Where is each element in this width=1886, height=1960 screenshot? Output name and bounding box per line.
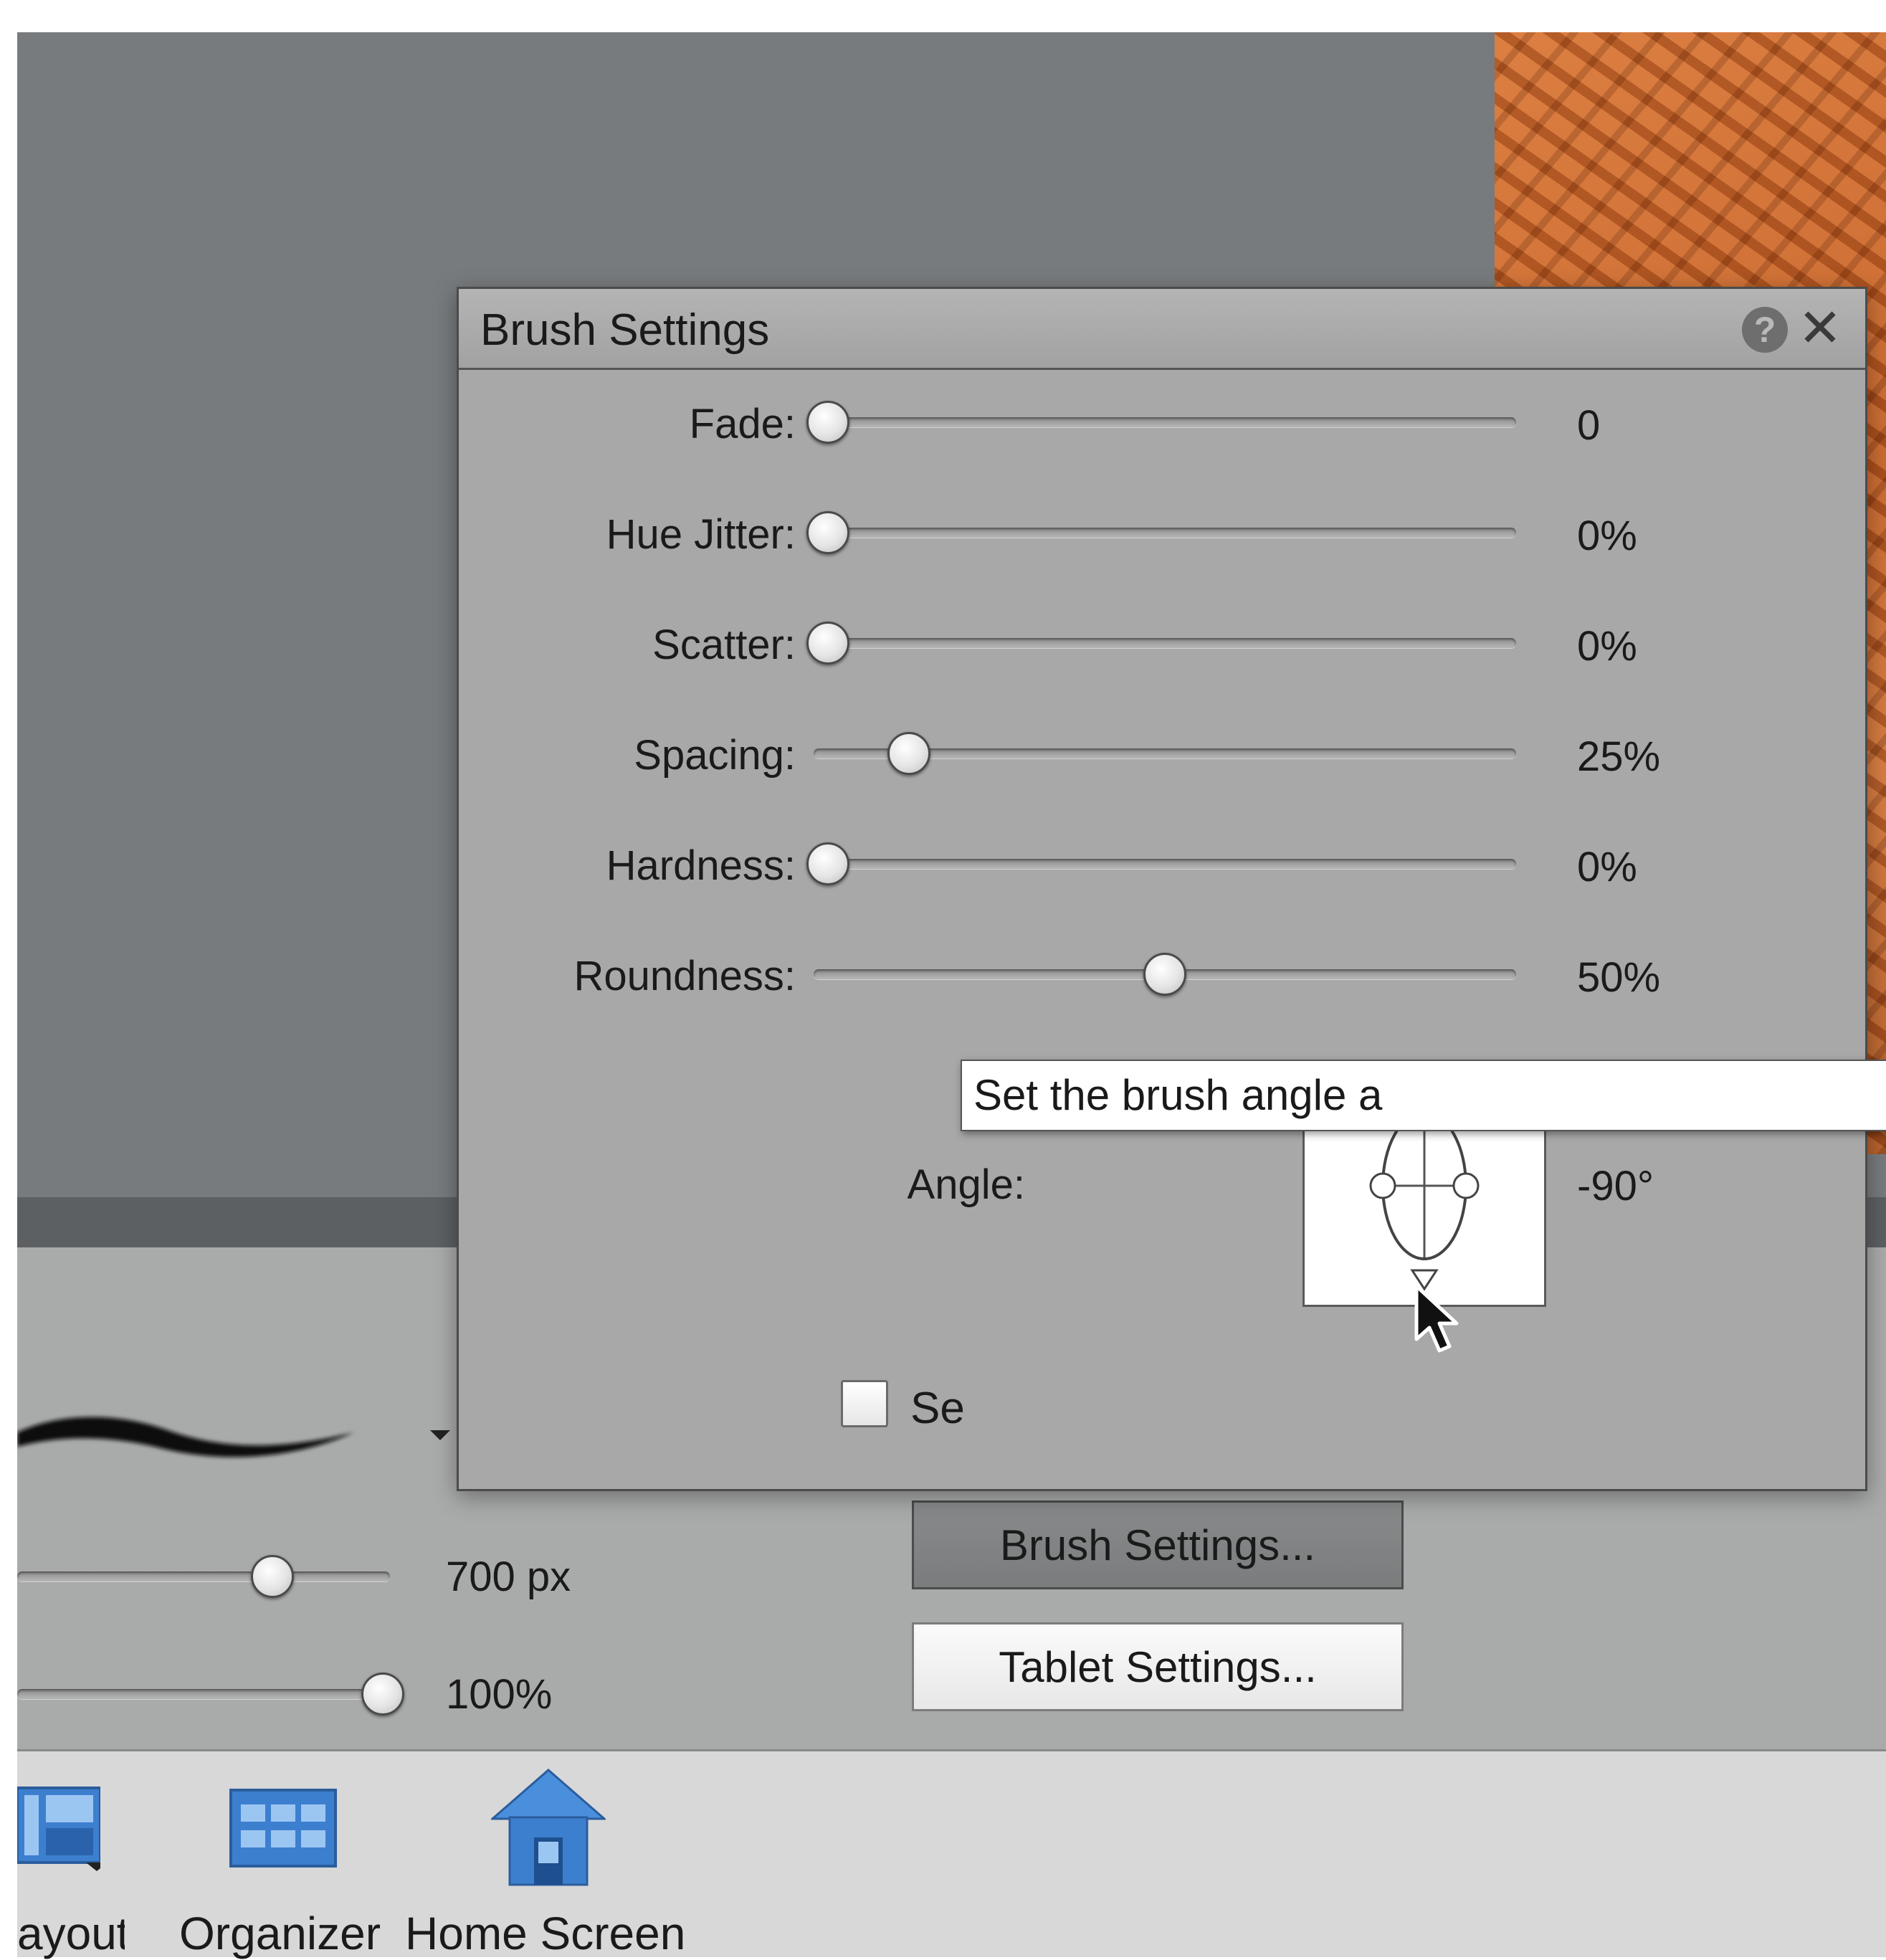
slider-thumb[interactable] — [1143, 953, 1186, 996]
size-slider-track[interactable] — [17, 1571, 390, 1581]
dialog-title: Brush Settings — [480, 305, 770, 355]
close-icon[interactable]: ✕ — [1798, 298, 1842, 359]
slider-label: Hue Jitter: — [606, 511, 796, 558]
help-icon[interactable]: ? — [1742, 307, 1788, 353]
slider-label: Hardness: — [606, 842, 796, 889]
slider-label: Fade: — [689, 401, 796, 447]
angle-label: Angle: — [907, 1161, 1025, 1208]
home-icon — [489, 1769, 608, 1886]
checkbox-label: Se — [910, 1384, 965, 1433]
dialog-checkbox[interactable] — [841, 1380, 888, 1427]
slider-label: Scatter: — [652, 622, 796, 668]
brush-settings-button[interactable]: Brush Settings... — [912, 1500, 1404, 1589]
slider-value: 25% — [1577, 733, 1661, 780]
opacity-slider-track[interactable] — [17, 1689, 390, 1699]
slider-value: 0% — [1577, 844, 1637, 890]
opacity-slider-thumb[interactable] — [361, 1673, 404, 1716]
slider-thumb[interactable] — [806, 401, 849, 444]
slider-label: Roundness: — [573, 953, 796, 999]
brush-stroke-preview[interactable] — [17, 1391, 361, 1477]
slider-value: 0% — [1577, 513, 1637, 559]
slider-thumb[interactable] — [887, 732, 930, 775]
slider-value: 0% — [1577, 623, 1637, 670]
slider-thumb[interactable] — [806, 511, 849, 554]
slider-value: 50% — [1577, 954, 1661, 1001]
slider-label: Spacing: — [634, 732, 796, 779]
dialog-titlebar[interactable]: Brush Settings ? ✕ — [459, 289, 1865, 370]
slider-value: 0 — [1577, 402, 1601, 449]
slider-track[interactable] — [814, 859, 1516, 869]
slider-track[interactable] — [814, 417, 1516, 427]
taskbar-item-layout[interactable] — [16, 1785, 108, 1871]
brush-settings-dialog: Brush Settings ? ✕ Fade: 0 Hue Jitter: 0% Sc… — [457, 287, 1867, 1491]
taskbar-label-organizer: Organizer — [179, 1908, 381, 1959]
organizer-grid-icon — [229, 1789, 337, 1868]
slider-thumb[interactable] — [806, 622, 849, 665]
layout-icon — [16, 1787, 108, 1871]
taskbar-label-home-screen: Home Screen — [405, 1908, 686, 1959]
slider-track[interactable] — [814, 528, 1516, 538]
angle-value: -90° — [1577, 1163, 1654, 1209]
tooltip: Set the brush angle a — [961, 1060, 1886, 1131]
mouse-cursor-icon — [1414, 1284, 1459, 1353]
taskbar-item-organizer[interactable] — [229, 1789, 337, 1868]
opacity-value: 100% — [446, 1671, 553, 1718]
size-value: 700 px — [446, 1554, 571, 1600]
slider-thumb[interactable] — [806, 842, 849, 885]
brush-dropdown-arrow-icon[interactable] — [430, 1430, 450, 1440]
taskbar-label-layout: ayout — [17, 1908, 125, 1959]
taskbar-item-home-screen[interactable] — [489, 1767, 608, 1889]
slider-track[interactable] — [814, 638, 1516, 648]
tablet-settings-button[interactable]: Tablet Settings... — [912, 1622, 1404, 1711]
size-slider-thumb[interactable] — [251, 1555, 295, 1598]
